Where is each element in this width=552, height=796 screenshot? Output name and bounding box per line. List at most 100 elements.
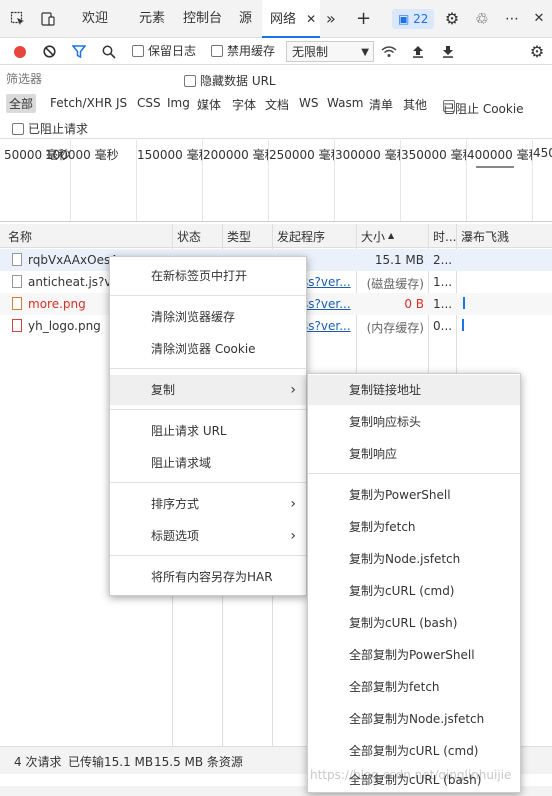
overview-label: 350000 毫秒 [401,148,466,162]
type-filter-doc[interactable]: 文档 [265,96,289,113]
file-icon [12,253,22,266]
request-initiator-link[interactable]: ss?ver... [302,297,352,311]
disable-cache-checkbox[interactable]: 禁用缓存 [211,38,275,65]
submenu-item-copy-powershell[interactable]: 复制为PowerShell [308,480,520,510]
menu-item-sort[interactable]: 排序方式 › [110,489,306,519]
tab-sources[interactable]: 源 [239,0,252,38]
requests-table-header: 名称 状态 类型 发起程序 大小 ▲ 时... 瀑布飞溅 [0,224,552,248]
menu-item-block-url[interactable]: 阻止请求 URL [110,416,306,446]
tab-console[interactable]: 控制台 [183,0,222,38]
blocked-requests-checkbox[interactable]: 已阻止请求 [12,120,88,137]
chevron-right-icon: › [290,528,296,544]
request-size: 15.1 MB [374,253,424,267]
upload-icon[interactable] [410,38,426,65]
menu-item-open-new-tab[interactable]: 在新标签页中打开 [110,261,306,291]
record-icon[interactable] [12,38,28,65]
type-filter-all[interactable]: 全部 [6,94,37,113]
column-header-waterfall[interactable]: 瀑布飞溅 [461,228,509,245]
customize-icon[interactable]: ♲ [472,0,492,38]
throttle-select[interactable]: 无限制 ▼ [286,41,374,62]
close-devtools-icon[interactable]: ✕ [530,0,548,38]
wifi-settings-icon[interactable] [380,38,398,65]
tab-welcome[interactable]: 欢迎 [82,0,108,38]
throttle-value: 无限制 [292,45,329,59]
menu-item-clear-cookie[interactable]: 清除浏览器 Cookie [110,334,306,364]
image-file-icon [12,297,22,310]
devtools-tabbar: 欢迎 元素 控制台 源 网络 ✕ » + ▣ 22 ⚙ ♲ ⋯ ✕ [0,0,552,38]
menu-item-save-har[interactable]: 将所有内容另存为HAR [110,562,306,592]
tab-elements[interactable]: 元素 [139,0,165,38]
submenu-item-copy-all-fetch[interactable]: 全部复制为fetch [308,672,520,702]
type-filter-manifest[interactable]: 清单 [369,96,393,113]
inspect-element-icon[interactable] [6,0,30,38]
column-header-status[interactable]: 状态 [177,228,201,245]
menu-item-copy[interactable]: 复制 › [110,375,306,405]
request-initiator-link[interactable]: ss?ver... [302,319,352,333]
add-tab-button[interactable]: + [356,0,371,38]
hide-data-url-checkbox[interactable]: 隐藏数据 URL [184,72,276,89]
checkbox-box[interactable] [211,45,223,57]
menu-separator [110,368,306,369]
resource-type-filters: 全部 Fetch/XHR JS CSS Img 媒体 字体 文档 WS Wasm… [0,92,552,118]
network-settings-gear-icon[interactable]: ⚙ [528,38,546,65]
filter-input[interactable] [6,69,174,89]
tab-network[interactable]: 网络 ✕ [262,0,320,38]
preserve-log-checkbox[interactable]: 保留日志 [132,38,196,65]
clear-icon[interactable] [41,38,57,65]
search-icon[interactable] [101,38,117,65]
filter-icon[interactable] [71,38,87,65]
type-filter-font[interactable]: 字体 [232,96,256,113]
menu-item-block-domain[interactable]: 阻止请求域 [110,448,306,478]
overview-label: 450000 [533,146,552,160]
network-toolbar: 保留日志 禁用缓存 无限制 ▼ ⚙ [0,38,552,65]
submenu-item-copy-link[interactable]: 复制链接地址 [308,375,520,405]
type-filter-fetch-xhr[interactable]: Fetch/XHR [50,96,112,110]
menu-item-header-options-label: 标题选项 [151,529,200,543]
type-filter-other[interactable]: 其他 [403,96,427,113]
type-filter-wasm[interactable]: Wasm [327,96,363,110]
menu-separator [110,482,306,483]
timeline-overview[interactable]: 50000 毫秒 100000 毫秒 150000 毫秒 200000 毫秒 2… [0,140,552,222]
submenu-item-copy-fetch[interactable]: 复制为fetch [308,512,520,542]
type-filter-img[interactable]: Img [167,96,190,110]
type-filter-media[interactable]: 媒体 [197,96,221,113]
request-initiator-link[interactable]: ss?ver... [302,275,352,289]
more-tabs-button[interactable]: » [326,0,336,38]
gear-icon[interactable]: ⚙ [442,0,462,38]
issues-badge[interactable]: ▣ 22 [392,9,435,29]
submenu-item-copy-response[interactable]: 复制响应 [308,439,520,469]
type-filter-js[interactable]: JS [116,96,127,110]
submenu-item-copy-all-node-fetch[interactable]: 全部复制为Node.jsfetch [308,704,520,734]
column-header-time[interactable]: 时... [433,228,456,245]
menu-item-clear-cache[interactable]: 清除浏览器缓存 [110,302,306,332]
submenu-item-copy-curl-bash[interactable]: 复制为cURL (bash) [308,608,520,638]
column-header-initiator[interactable]: 发起程序 [277,228,325,245]
submenu-item-copy-curl-cmd[interactable]: 复制为cURL (cmd) [308,576,520,606]
image-file-icon [12,319,22,332]
request-time: 0... [433,319,453,333]
overview-label: 400000 毫秒 [467,148,532,162]
close-icon[interactable]: ✕ [306,12,316,26]
request-time: 2... [433,253,453,267]
device-toolbar-icon[interactable] [36,0,60,38]
menu-item-header-options[interactable]: 标题选项 › [110,521,306,551]
menu-separator [110,409,306,410]
submenu-item-copy-all-powershell[interactable]: 全部复制为PowerShell [308,640,520,670]
submenu-item-copy-response-headers[interactable]: 复制响应标头 [308,407,520,437]
type-filter-ws[interactable]: WS [299,96,318,110]
column-header-size[interactable]: 大小 [361,228,385,245]
checkbox-box[interactable] [184,75,196,87]
context-menu: 在新标签页中打开 清除浏览器缓存 清除浏览器 Cookie 复制 › 阻止请求 … [109,256,307,596]
more-options-icon[interactable]: ⋯ [502,0,522,38]
type-filter-css[interactable]: CSS [137,96,161,110]
column-header-type[interactable]: 类型 [227,228,251,245]
download-icon[interactable] [440,38,456,65]
overview-label: 250000 毫秒 [269,148,334,162]
submenu-item-copy-node-fetch[interactable]: 复制为Node.jsfetch [308,544,520,574]
request-count: 4 次请求 [14,755,62,769]
checkbox-box[interactable] [132,45,144,57]
checkbox-box[interactable] [12,123,24,135]
column-header-name[interactable]: 名称 [8,228,32,245]
submenu-item-copy-all-curl-cmd[interactable]: 全部复制为cURL (cmd) [308,736,520,766]
menu-separator [308,473,520,474]
